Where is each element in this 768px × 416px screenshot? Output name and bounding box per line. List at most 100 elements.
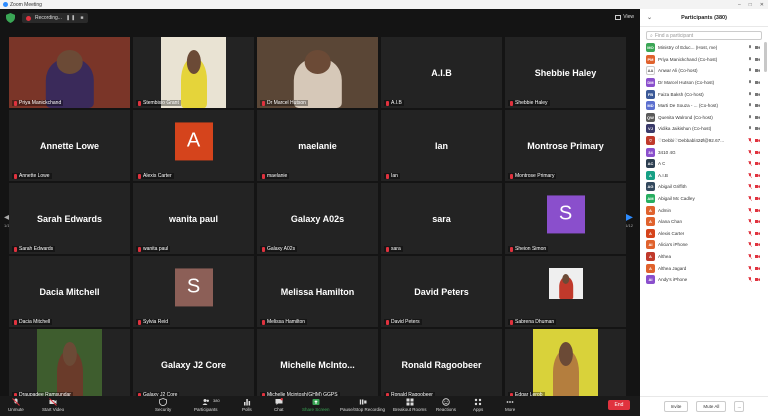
participant-row[interactable]: A Althea [640, 251, 764, 263]
video-tile[interactable]: maelanie maelanie [257, 110, 378, 181]
participant-status-icons [748, 265, 760, 271]
participant-row[interactable]: AA Anwar Ali (Co-host) [640, 65, 764, 77]
maximize-icon[interactable]: □ [749, 2, 752, 8]
video-tile[interactable]: Shebbie Haley Shebbie Haley [505, 37, 626, 108]
video-tile[interactable]: Sabrena Dhuman [505, 256, 626, 327]
mic-icon[interactable] [748, 114, 752, 120]
record-button[interactable]: Pause/Stop Recording [340, 398, 385, 412]
polls-button[interactable]: Polls [242, 398, 252, 412]
participant-row[interactable]: FB Faiza Baksh (Co-host) [640, 88, 764, 100]
close-icon[interactable]: ✕ [760, 2, 764, 8]
view-button[interactable]: View [615, 14, 634, 20]
video-tile[interactable]: Ronald Ragoobeer Ronald Ragoobeer [381, 329, 502, 400]
participant-row[interactable]: QW Quenita Walrond (Co-host) [640, 112, 764, 124]
share-screen-button[interactable]: Share Screen [302, 398, 330, 412]
participant-row[interactable]: AC A C [640, 158, 764, 170]
participant-row-name: Alexis Carter [658, 230, 685, 236]
mic-icon[interactable] [748, 103, 752, 108]
participant-list-scrollbar[interactable] [764, 42, 767, 72]
mic-icon[interactable] [748, 68, 752, 73]
video-tile[interactable]: A Alexis Carter [133, 110, 254, 181]
participant-row[interactable]: ♡ ♡Debbi♡Debbabl42Ø@92.67... [640, 135, 764, 147]
video-tile[interactable]: Michelle McInto... Michelle Mcintosh(GHM)… [257, 329, 378, 400]
muted-mic-icon[interactable] [748, 161, 752, 167]
reactions-button[interactable]: Reactions [436, 398, 456, 412]
participant-row[interactable]: VJ Vidika Jaikishun (Co-host) [640, 123, 764, 135]
panel-more-button[interactable]: ... [734, 401, 745, 412]
pause-icon[interactable]: ❚❚ [66, 15, 76, 21]
video-tile[interactable]: Melissa Hamilton Melissa Hamilton [257, 256, 378, 327]
video-tile[interactable]: Edgar Lerob [505, 329, 626, 400]
video-tile[interactable]: Ian Ian [381, 110, 502, 181]
tile-display-name: Michelle McInto... [280, 359, 355, 370]
video-tile[interactable]: Draupadee Ramsundar [9, 329, 130, 400]
muted-mic-icon[interactable] [748, 196, 752, 202]
participant-search-input[interactable]: ⌕ Find a participant [646, 31, 762, 40]
apps-button[interactable]: Apps [473, 398, 483, 412]
chat-button[interactable]: Chat [274, 398, 284, 412]
video-tile[interactable]: Dacia Mitchell Dacia Mitchell [9, 256, 130, 327]
video-tile[interactable]: Priya Manickchand [9, 37, 130, 108]
video-tile[interactable]: A.I.B A.I.B [381, 37, 502, 108]
stop-icon[interactable]: ■ [80, 15, 84, 21]
mic-icon[interactable] [748, 91, 752, 97]
muted-mic-icon[interactable] [748, 265, 752, 271]
muted-mic-icon[interactable] [748, 207, 752, 213]
participant-row[interactable]: A Admin [640, 204, 764, 216]
end-meeting-button[interactable]: End [608, 400, 630, 410]
recording-indicator[interactable]: Recording... ❚❚ ■ [22, 13, 89, 23]
video-tile[interactable]: S Sylvia Reid [133, 256, 254, 327]
participant-row-name: Alana Chan [658, 219, 683, 225]
participant-row[interactable]: PM Priya Manickchand (Co-host) [640, 54, 764, 66]
muted-mic-icon[interactable] [748, 184, 752, 190]
video-tile[interactable]: Annette Lowe Annette Lowe [9, 110, 130, 181]
mic-icon[interactable] [748, 126, 752, 131]
video-tile[interactable]: Montrose Primary Montrose Primary [505, 110, 626, 181]
participant-row[interactable]: AI Andy's iPhone [640, 274, 764, 286]
video-tile[interactable]: wanita paul wanita paul [133, 183, 254, 254]
video-tile[interactable]: Galaxy J2 Core Galaxy J2 Core [133, 329, 254, 400]
muted-mic-icon[interactable] [748, 230, 752, 236]
muted-mic-icon[interactable] [748, 242, 752, 248]
muted-mic-icon[interactable] [748, 219, 752, 225]
video-tile[interactable]: S Sheion Simon [505, 183, 626, 254]
muted-mic-icon[interactable] [748, 172, 752, 178]
mic-icon[interactable] [748, 56, 752, 62]
participant-row[interactable]: AG Abigail Griffith [640, 181, 764, 193]
more-button[interactable]: More [505, 398, 515, 412]
participant-row[interactable]: AI Alicia's iPhone [640, 239, 764, 251]
mute-all-button[interactable]: Mute All [696, 401, 727, 412]
participant-row[interactable]: MO Ministry of Educ... (Host, me) [640, 42, 764, 54]
security-button[interactable]: Security [155, 398, 171, 412]
muted-mic-icon[interactable] [748, 253, 752, 259]
start-video-button[interactable]: Start Video [42, 398, 64, 412]
participant-row-name: Vidika Jaikishun (Co-host) [658, 126, 712, 132]
participant-row[interactable]: 34 3410 4G [640, 146, 764, 158]
video-tile[interactable]: sara sara [381, 183, 502, 254]
participant-row[interactable]: MD Marti De Souza - ... (Co-host) [640, 100, 764, 112]
video-icon [755, 81, 760, 85]
invite-button[interactable]: Invite [663, 401, 689, 412]
mic-icon[interactable] [748, 80, 752, 85]
breakout-rooms-button[interactable]: Breakout Rooms [393, 398, 427, 412]
participant-row[interactable]: AM Abigail Mc Cadley [640, 193, 764, 205]
shield-icon[interactable] [6, 13, 15, 23]
collapse-chevron-icon[interactable]: ⌄ [647, 14, 652, 21]
participant-row[interactable]: A Alexis Carter [640, 228, 764, 240]
mic-icon[interactable] [748, 45, 752, 50]
minimize-icon[interactable]: – [738, 2, 741, 8]
video-tile[interactable]: Stembisio Grant [133, 37, 254, 108]
video-tile[interactable]: Dr Marcel Hutson [257, 37, 378, 108]
unmute-button[interactable]: Unmute [8, 398, 24, 412]
participant-row[interactable]: A Althea Jagard [640, 262, 764, 274]
tile-name-label: Sheion Simon [508, 246, 549, 252]
participant-row[interactable]: A Alana Chan [640, 216, 764, 228]
muted-mic-icon[interactable] [748, 277, 752, 283]
muted-mic-icon[interactable] [748, 149, 752, 155]
participant-row[interactable]: A A.I.B [640, 170, 764, 182]
video-tile[interactable]: David Peters David Peters [381, 256, 502, 327]
participant-row[interactable]: DM Dr Marcel Hutson (Co-host) [640, 77, 764, 89]
muted-mic-icon[interactable] [748, 138, 752, 144]
video-tile[interactable]: Galaxy A02s Galaxy A02s [257, 183, 378, 254]
video-tile[interactable]: Sarah Edwards Sarah Edwards [9, 183, 130, 254]
